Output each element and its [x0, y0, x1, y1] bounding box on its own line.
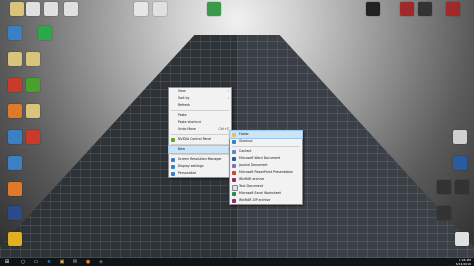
app-icon	[8, 232, 22, 246]
menu-item-personalize[interactable]: Personalize	[169, 170, 231, 177]
task-view-icon[interactable]: ▭	[31, 258, 41, 266]
winrar-zip-icon	[232, 198, 236, 203]
menu-item-screen-resolution-manager[interactable]: Screen Resolution Manager	[169, 156, 231, 163]
menu-separator	[171, 144, 229, 145]
desktop-icon[interactable]	[19, 104, 47, 126]
edge-icon[interactable]: e	[44, 258, 54, 266]
submenu-item-shortcut[interactable]: Shortcut	[230, 138, 302, 145]
file-icon	[64, 2, 78, 16]
desktop-icon[interactable]	[200, 2, 228, 24]
submenu-item-journal-document[interactable]: Journal Document	[230, 162, 302, 169]
desktop-icon[interactable]	[1, 232, 29, 254]
submenu-item-contact[interactable]: Contact	[230, 148, 302, 155]
start-button[interactable]: ⊞	[2, 258, 12, 266]
store-icon[interactable]: ✉	[70, 258, 80, 266]
submenu-item-excel-worksheet[interactable]: Microsoft Excel Worksheet	[230, 190, 302, 197]
clock-date: 5/24/2016	[455, 262, 471, 266]
desktop-icon[interactable]	[146, 2, 174, 24]
app-icon	[207, 2, 221, 16]
firefox-icon	[8, 182, 22, 196]
desktop-icon[interactable]	[19, 130, 47, 152]
blackberry-icon	[455, 180, 469, 194]
desktop-icon[interactable]	[1, 206, 29, 228]
desktop-icon[interactable]	[1, 26, 29, 48]
context-menu: View › Sort by › Refresh Paste Paste short…	[168, 87, 232, 178]
taskbar: ⊞ ○ ▭ e ▣ ✉ ● ◈ 1:06 PM 5/24/2016	[0, 258, 474, 266]
app-icon	[8, 156, 22, 170]
app-icon	[446, 2, 460, 16]
journal-icon	[232, 163, 236, 168]
desktop-icon[interactable]	[411, 2, 439, 24]
app-icon	[366, 2, 380, 16]
firefox-icon[interactable]: ●	[83, 258, 93, 266]
menu-item-undo-move[interactable]: Undo Move Ctrl+Z	[169, 126, 231, 133]
menu-separator	[171, 110, 229, 111]
excel-icon	[232, 191, 236, 196]
file-explorer-icon[interactable]: ▣	[57, 258, 67, 266]
menu-item-nvidia-control-panel[interactable]: NVIDIA Control Panel	[169, 136, 231, 143]
new-submenu: Folder Shortcut Contact Microsoft Word D…	[229, 130, 303, 205]
desktop-icon[interactable]	[448, 232, 474, 254]
desktop-icon[interactable]	[31, 26, 59, 48]
menu-item-paste[interactable]: Paste	[169, 112, 231, 119]
submenu-item-word-document[interactable]: Microsoft Word Document	[230, 155, 302, 162]
contact-icon	[232, 149, 236, 154]
app-icon	[453, 156, 467, 170]
desktop-icon[interactable]	[430, 206, 458, 228]
menu-item-display-settings[interactable]: Display settings	[169, 163, 231, 170]
desktop-icon[interactable]	[19, 78, 47, 100]
image-icon	[453, 130, 467, 144]
desktop-icon[interactable]	[359, 2, 387, 24]
folder-icon	[26, 52, 40, 66]
winrar-icon	[232, 177, 236, 182]
file-icon	[44, 2, 58, 16]
powerpoint-icon	[232, 170, 236, 175]
menu-item-sort-by[interactable]: Sort by ›	[169, 95, 231, 102]
folder-icon	[26, 104, 40, 118]
app-icon	[418, 2, 432, 16]
system-clock[interactable]: 1:06 PM 5/24/2016	[456, 258, 471, 266]
submenu-item-folder[interactable]: Folder	[229, 130, 303, 139]
menu-item-refresh[interactable]: Refresh	[169, 102, 231, 109]
desktop-icon[interactable]	[1, 182, 29, 204]
desktop-icon[interactable]	[446, 130, 474, 152]
submenu-item-winrar-zip[interactable]: WinRAR ZIP archive	[230, 197, 302, 204]
blackberry-icon	[437, 206, 451, 220]
app-icon	[26, 130, 40, 144]
app-icon	[8, 206, 22, 220]
chevron-right-icon: ›	[227, 96, 229, 100]
file-icon	[455, 232, 469, 246]
submenu-item-text-document[interactable]: Text Document	[230, 183, 302, 191]
desktop-icon[interactable]	[448, 180, 474, 202]
desktop-icon[interactable]	[1, 156, 29, 178]
submenu-item-powerpoint[interactable]: Microsoft PowerPoint Presentation	[230, 169, 302, 176]
desktop-icon[interactable]	[57, 2, 85, 24]
shortcut-icon	[232, 139, 236, 144]
submenu-item-winrar-archive[interactable]: WinRAR archive	[230, 176, 302, 183]
app-icon	[38, 26, 52, 40]
app-icon[interactable]: ◈	[96, 258, 106, 266]
menu-item-paste-shortcut[interactable]: Paste shortcut	[169, 119, 231, 126]
desktop-icon[interactable]	[439, 2, 467, 24]
nvidia-icon	[171, 137, 175, 142]
personalize-icon	[171, 171, 175, 176]
menu-separator	[232, 146, 300, 147]
monitor-icon	[171, 157, 175, 162]
menu-separator	[171, 134, 229, 135]
folder-icon	[232, 132, 236, 137]
display-icon	[171, 164, 175, 169]
menu-item-view[interactable]: View ›	[169, 88, 231, 95]
chevron-right-icon: ›	[227, 89, 229, 93]
cortana-icon[interactable]: ○	[18, 258, 28, 266]
desktop-icon[interactable]	[19, 52, 47, 74]
menu-separator	[171, 154, 229, 155]
desktop-icon[interactable]	[446, 156, 474, 178]
file-icon	[153, 2, 167, 16]
computer-icon	[8, 26, 22, 40]
menu-item-new[interactable]: New›	[168, 145, 232, 154]
word-icon	[232, 156, 236, 161]
app-icon	[26, 78, 40, 92]
desktop[interactable]: View › Sort by › Refresh Paste Paste short…	[0, 0, 474, 258]
